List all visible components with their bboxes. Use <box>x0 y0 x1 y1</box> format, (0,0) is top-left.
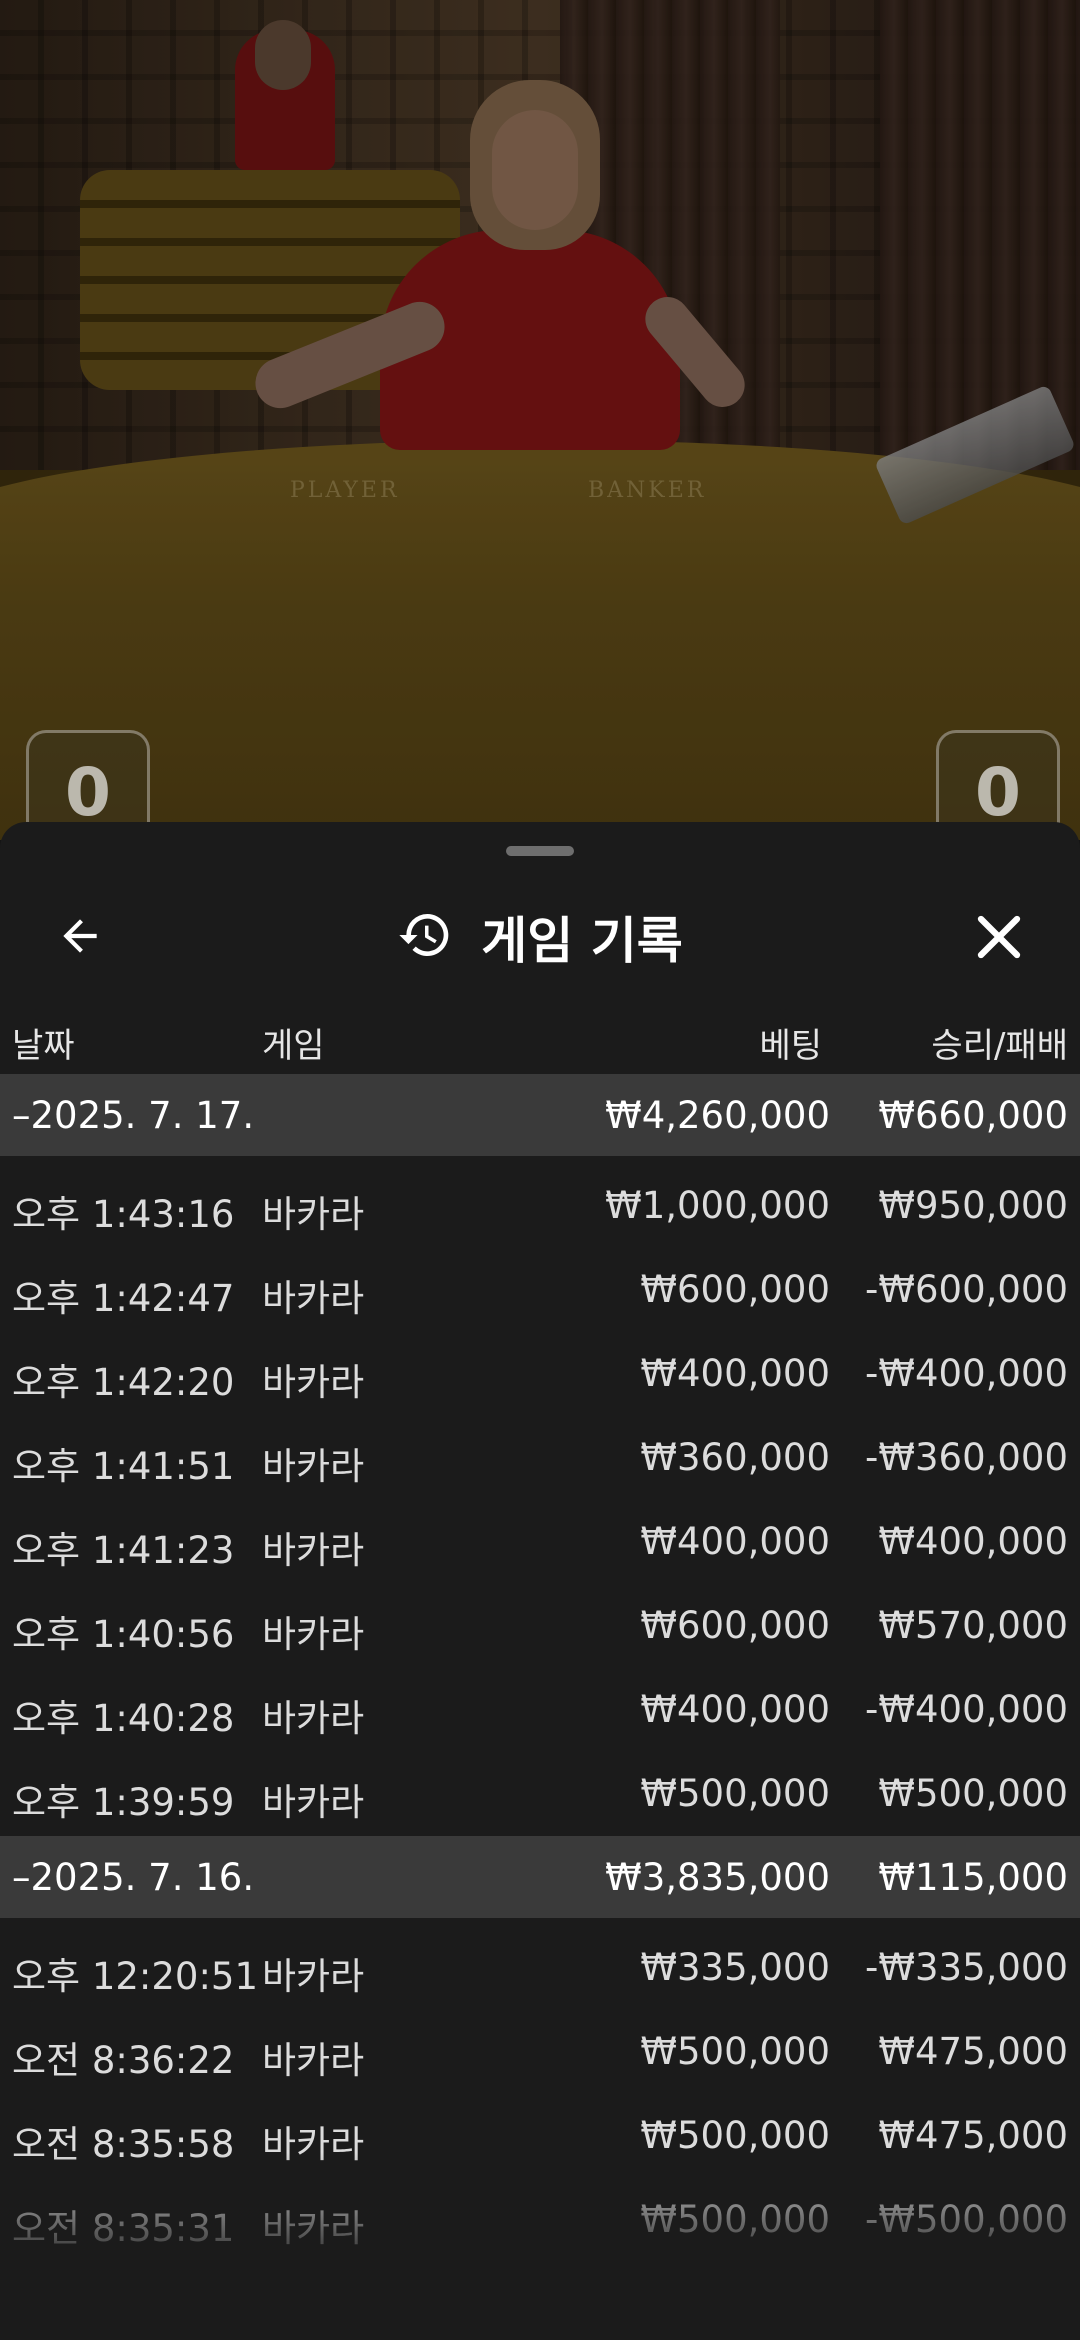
row-time: 오후 12:20:51 <box>12 1955 259 1998</box>
row-game: 바카라 <box>262 1781 365 1824</box>
row-result: -₩400,000 <box>865 1352 1068 1395</box>
game-history-sheet: 게임 기록 날짜 게임 베팅 승리/패배 –2025. 7. 17. ₩4,26… <box>0 822 1080 2340</box>
row-result: ₩500,000 <box>878 1772 1068 1815</box>
row-time: 오전 8:35:31 <box>12 2207 235 2250</box>
row-bet: ₩500,000 <box>640 2030 830 2073</box>
row-result: -₩360,000 <box>865 1436 1068 1479</box>
group-bet-total: ₩3,835,000 <box>605 1856 830 1899</box>
row-game: 바카라 <box>262 1277 365 1320</box>
row-bet: ₩600,000 <box>640 1604 830 1647</box>
history-row[interactable]: 오전 8:36:22 바카라 ₩500,000 ₩475,000 <box>0 2010 1080 2094</box>
row-time: 오후 1:41:51 <box>12 1445 235 1488</box>
row-result: ₩475,000 <box>878 2030 1068 2073</box>
history-row[interactable]: 오후 1:40:28 바카라 ₩400,000 -₩400,000 <box>0 1668 1080 1752</box>
history-row[interactable]: 오후 1:42:20 바카라 ₩400,000 -₩400,000 <box>0 1332 1080 1416</box>
row-game: 바카라 <box>262 2207 365 2250</box>
row-bet: ₩500,000 <box>640 2198 830 2241</box>
row-result: -₩335,000 <box>865 1946 1068 1989</box>
row-result: ₩570,000 <box>878 1604 1068 1647</box>
row-game: 바카라 <box>262 2039 365 2082</box>
row-result: ₩400,000 <box>878 1520 1068 1563</box>
history-row[interactable]: 오후 1:43:16 바카라 ₩1,000,000 ₩950,000 <box>0 1164 1080 1248</box>
row-bet: ₩500,000 <box>640 2114 830 2157</box>
history-row[interactable]: 오전 8:35:31 바카라 ₩500,000 -₩500,000 <box>0 2178 1080 2262</box>
live-video: PLAYER BANKER <box>0 0 1080 840</box>
row-result: -₩600,000 <box>865 1268 1068 1311</box>
sheet-header: 게임 기록 <box>0 882 1080 992</box>
row-bet: ₩400,000 <box>640 1352 830 1395</box>
history-row[interactable]: 오후 1:42:47 바카라 ₩600,000 -₩600,000 <box>0 1248 1080 1332</box>
row-bet: ₩400,000 <box>640 1520 830 1563</box>
row-result: -₩500,000 <box>865 2198 1068 2241</box>
close-icon <box>972 910 1026 968</box>
group-date: –2025. 7. 16. <box>12 1856 255 1899</box>
row-game: 바카라 <box>262 1529 365 1572</box>
app-screen: PLAYER BANKER 0 0 게임 기록 날짜 게임 베팅 승리/패배 –… <box>0 0 1080 2340</box>
sheet-title: 게임 기록 <box>481 912 683 970</box>
history-row[interactable]: 오후 1:40:56 바카라 ₩600,000 ₩570,000 <box>0 1584 1080 1668</box>
row-time: 오전 8:35:58 <box>12 2123 235 2166</box>
row-game: 바카라 <box>262 1361 365 1404</box>
history-row[interactable]: 오후 1:39:59 바카라 ₩500,000 ₩500,000 <box>0 1752 1080 1836</box>
row-time: 오후 1:40:56 <box>12 1613 235 1656</box>
video-dim-overlay <box>0 0 1080 840</box>
column-bet: 베팅 <box>759 1026 822 1066</box>
column-result: 승리/패배 <box>931 1026 1068 1066</box>
history-row[interactable]: 오전 8:35:58 바카라 ₩500,000 ₩475,000 <box>0 2094 1080 2178</box>
row-bet: ₩335,000 <box>640 1946 830 1989</box>
row-bet: ₩1,000,000 <box>605 1184 830 1227</box>
row-game: 바카라 <box>262 2123 365 2166</box>
row-game: 바카라 <box>262 1445 365 1488</box>
row-time: 오후 1:43:16 <box>12 1193 235 1236</box>
row-bet: ₩500,000 <box>640 1772 830 1815</box>
row-game: 바카라 <box>262 1613 365 1656</box>
history-list[interactable]: –2025. 7. 17. ₩4,260,000 ₩660,000 오후 1:4… <box>0 1074 1080 2262</box>
row-time: 오후 1:42:20 <box>12 1361 235 1404</box>
history-row[interactable]: 오후 1:41:23 바카라 ₩400,000 ₩400,000 <box>0 1500 1080 1584</box>
group-result-total: ₩115,000 <box>878 1856 1068 1899</box>
row-time: 오전 8:36:22 <box>12 2039 235 2082</box>
group-bet-total: ₩4,260,000 <box>605 1094 830 1137</box>
history-row[interactable]: 오후 1:41:51 바카라 ₩360,000 -₩360,000 <box>0 1416 1080 1500</box>
back-button[interactable] <box>48 906 112 970</box>
row-game: 바카라 <box>262 1193 365 1236</box>
title-group: 게임 기록 <box>0 882 1080 992</box>
column-date: 날짜 <box>12 1026 75 1066</box>
row-time: 오후 1:41:23 <box>12 1529 235 1572</box>
row-game: 바카라 <box>262 1955 365 1998</box>
row-result: ₩950,000 <box>878 1184 1068 1227</box>
row-time: 오후 1:39:59 <box>12 1781 235 1824</box>
row-bet: ₩400,000 <box>640 1688 830 1731</box>
row-result: -₩400,000 <box>865 1688 1068 1731</box>
close-button[interactable] <box>966 906 1032 972</box>
row-game: 바카라 <box>262 1697 365 1740</box>
history-row[interactable]: 오후 12:20:51 바카라 ₩335,000 -₩335,000 <box>0 1926 1080 2010</box>
row-bet: ₩360,000 <box>640 1436 830 1479</box>
history-icon <box>397 907 453 967</box>
row-result: ₩475,000 <box>878 2114 1068 2157</box>
date-group-header[interactable]: –2025. 7. 17. ₩4,260,000 ₩660,000 <box>0 1074 1080 1156</box>
group-date: –2025. 7. 17. <box>12 1094 255 1137</box>
column-game: 게임 <box>262 1026 325 1066</box>
arrow-left-icon <box>55 911 105 965</box>
row-bet: ₩600,000 <box>640 1268 830 1311</box>
row-time: 오후 1:40:28 <box>12 1697 235 1740</box>
row-time: 오후 1:42:47 <box>12 1277 235 1320</box>
group-result-total: ₩660,000 <box>878 1094 1068 1137</box>
column-headers: 날짜 게임 베팅 승리/패배 <box>0 1010 1080 1070</box>
drag-handle[interactable] <box>506 846 574 856</box>
date-group-header[interactable]: –2025. 7. 16. ₩3,835,000 ₩115,000 <box>0 1836 1080 1918</box>
